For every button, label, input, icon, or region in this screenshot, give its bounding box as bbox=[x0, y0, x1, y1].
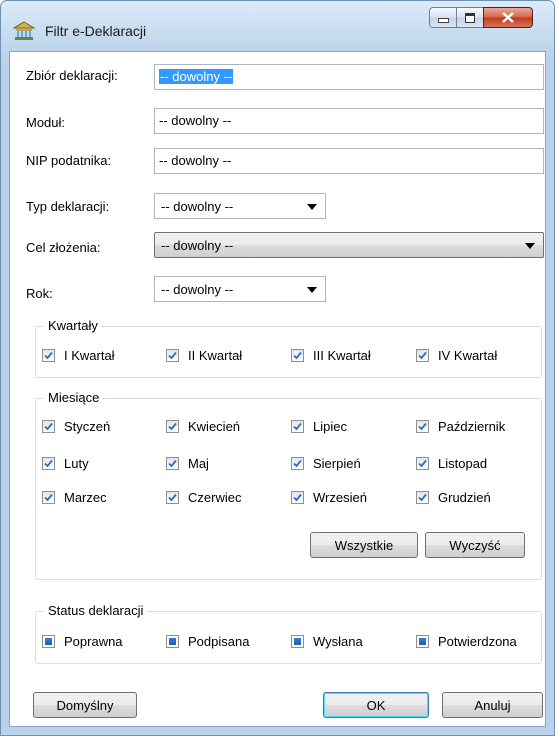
checkmark-icon bbox=[416, 491, 429, 504]
window-title: Filtr e-Deklaracji bbox=[45, 23, 147, 39]
chevron-down-icon bbox=[525, 243, 535, 249]
cel-label: Cel złożenia: bbox=[26, 240, 101, 255]
zbior-label: Zbiór deklaracji: bbox=[26, 68, 118, 83]
typ-label: Typ deklaracji: bbox=[26, 199, 110, 214]
nip-label: NIP podatnika: bbox=[26, 153, 112, 168]
checkmark-icon bbox=[291, 349, 304, 362]
month-10-checkbox[interactable]: Czerwiec bbox=[166, 490, 241, 505]
month-11-label: Wrzesień bbox=[313, 490, 367, 505]
cel-value: -- dowolny -- bbox=[161, 238, 234, 253]
month-9-checkbox[interactable]: Marzec bbox=[42, 490, 107, 505]
month-7-checkbox[interactable]: Sierpień bbox=[291, 456, 361, 471]
chevron-down-icon bbox=[307, 287, 317, 293]
checkmark-icon bbox=[166, 420, 179, 433]
checkmark-icon bbox=[416, 349, 429, 362]
filled-square-icon bbox=[416, 635, 429, 648]
month-4-label: Październik bbox=[438, 419, 506, 434]
minimize-icon bbox=[437, 18, 449, 23]
title-bar[interactable]: Filtr e-Deklaracji bbox=[1, 1, 554, 51]
rok-value: -- dowolny -- bbox=[161, 282, 234, 297]
filled-square-icon bbox=[42, 635, 55, 648]
close-button[interactable] bbox=[483, 7, 533, 28]
month-7-label: Sierpień bbox=[313, 456, 361, 471]
modul-label: Moduł: bbox=[26, 115, 66, 130]
quarter-2-checkbox[interactable]: II Kwartał bbox=[166, 348, 242, 363]
status-3-label: Wysłana bbox=[313, 634, 363, 649]
checkmark-icon bbox=[42, 457, 55, 470]
maximize-icon bbox=[465, 12, 475, 23]
miesiace-title: Miesiące bbox=[44, 390, 104, 405]
zbior-input[interactable]: -- dowolny -- bbox=[154, 64, 544, 90]
rok-dropdown[interactable]: -- dowolny -- bbox=[154, 276, 326, 302]
checkmark-icon bbox=[291, 491, 304, 504]
typ-dropdown[interactable]: -- dowolny -- bbox=[154, 193, 326, 219]
kwartaly-title: Kwartały bbox=[44, 318, 102, 333]
month-11-checkbox[interactable]: Wrzesień bbox=[291, 490, 367, 505]
status-4-label: Potwierdzona bbox=[438, 634, 517, 649]
rok-label: Rok: bbox=[26, 286, 53, 301]
month-3-label: Lipiec bbox=[313, 419, 347, 434]
month-10-label: Czerwiec bbox=[188, 490, 242, 505]
select-all-button[interactable]: Wszystkie bbox=[310, 532, 418, 558]
checkmark-icon bbox=[416, 457, 429, 470]
chevron-down-icon bbox=[307, 204, 317, 210]
checkmark-icon bbox=[291, 420, 304, 433]
quarter-3-checkbox[interactable]: III Kwartał bbox=[291, 348, 371, 363]
minimize-button[interactable] bbox=[429, 7, 457, 28]
cancel-button[interactable]: Anuluj bbox=[442, 692, 543, 718]
month-8-checkbox[interactable]: Listopad bbox=[416, 456, 487, 471]
checkmark-icon bbox=[42, 420, 55, 433]
checkmark-icon bbox=[42, 349, 55, 362]
status-2-checkbox[interactable]: Podpisana bbox=[166, 634, 249, 649]
month-6-label: Maj bbox=[188, 456, 209, 471]
month-5-checkbox[interactable]: Luty bbox=[42, 456, 89, 471]
month-6-checkbox[interactable]: Maj bbox=[166, 456, 209, 471]
month-3-checkbox[interactable]: Lipiec bbox=[291, 419, 347, 434]
checkmark-icon bbox=[42, 491, 55, 504]
status-4-checkbox[interactable]: Potwierdzona bbox=[416, 634, 517, 649]
month-12-label: Grudzień bbox=[438, 490, 491, 505]
maximize-button[interactable] bbox=[456, 7, 484, 28]
checkmark-icon bbox=[166, 457, 179, 470]
month-5-label: Luty bbox=[64, 456, 89, 471]
clear-button[interactable]: Wyczyść bbox=[425, 532, 525, 558]
month-1-checkbox[interactable]: Styczeń bbox=[42, 419, 110, 434]
month-8-label: Listopad bbox=[438, 456, 488, 471]
month-1-label: Styczeń bbox=[64, 419, 111, 434]
checkmark-icon bbox=[166, 491, 179, 504]
checkmark-icon bbox=[291, 457, 304, 470]
month-2-label: Kwiecień bbox=[188, 419, 241, 434]
bank-building-icon bbox=[12, 21, 36, 41]
checkmark-icon bbox=[166, 349, 179, 362]
zbior-value: -- dowolny -- bbox=[159, 69, 234, 84]
quarter-3-label: III Kwartał bbox=[313, 348, 371, 363]
quarter-2-label: II Kwartał bbox=[188, 348, 243, 363]
filled-square-icon bbox=[291, 635, 304, 648]
status-2-label: Podpisana bbox=[188, 634, 250, 649]
cel-dropdown[interactable]: -- dowolny -- bbox=[154, 232, 544, 258]
modul-value: -- dowolny -- bbox=[159, 113, 232, 128]
status-3-checkbox[interactable]: Wysłana bbox=[291, 634, 363, 649]
checkmark-icon bbox=[416, 420, 429, 433]
modul-input[interactable]: -- dowolny -- bbox=[154, 108, 544, 134]
quarter-4-checkbox[interactable]: IV Kwartał bbox=[416, 348, 497, 363]
ok-button[interactable]: OK bbox=[323, 692, 429, 718]
quarter-4-label: IV Kwartał bbox=[438, 348, 498, 363]
quarter-1-checkbox[interactable]: I Kwartał bbox=[42, 348, 115, 363]
close-icon bbox=[502, 12, 514, 23]
month-2-checkbox[interactable]: Kwiecień bbox=[166, 419, 240, 434]
status-1-label: Poprawna bbox=[64, 634, 123, 649]
month-12-checkbox[interactable]: Grudzień bbox=[416, 490, 491, 505]
nip-input[interactable]: -- dowolny -- bbox=[154, 148, 544, 174]
month-9-label: Marzec bbox=[64, 490, 107, 505]
status-1-checkbox[interactable]: Poprawna bbox=[42, 634, 123, 649]
typ-value: -- dowolny -- bbox=[161, 199, 234, 214]
month-4-checkbox[interactable]: Październik bbox=[416, 419, 505, 434]
filled-square-icon bbox=[166, 635, 179, 648]
quarter-1-label: I Kwartał bbox=[64, 348, 115, 363]
status-title: Status deklaracji bbox=[44, 603, 148, 618]
default-button[interactable]: Domyślny bbox=[33, 692, 137, 718]
nip-value: -- dowolny -- bbox=[159, 153, 232, 168]
